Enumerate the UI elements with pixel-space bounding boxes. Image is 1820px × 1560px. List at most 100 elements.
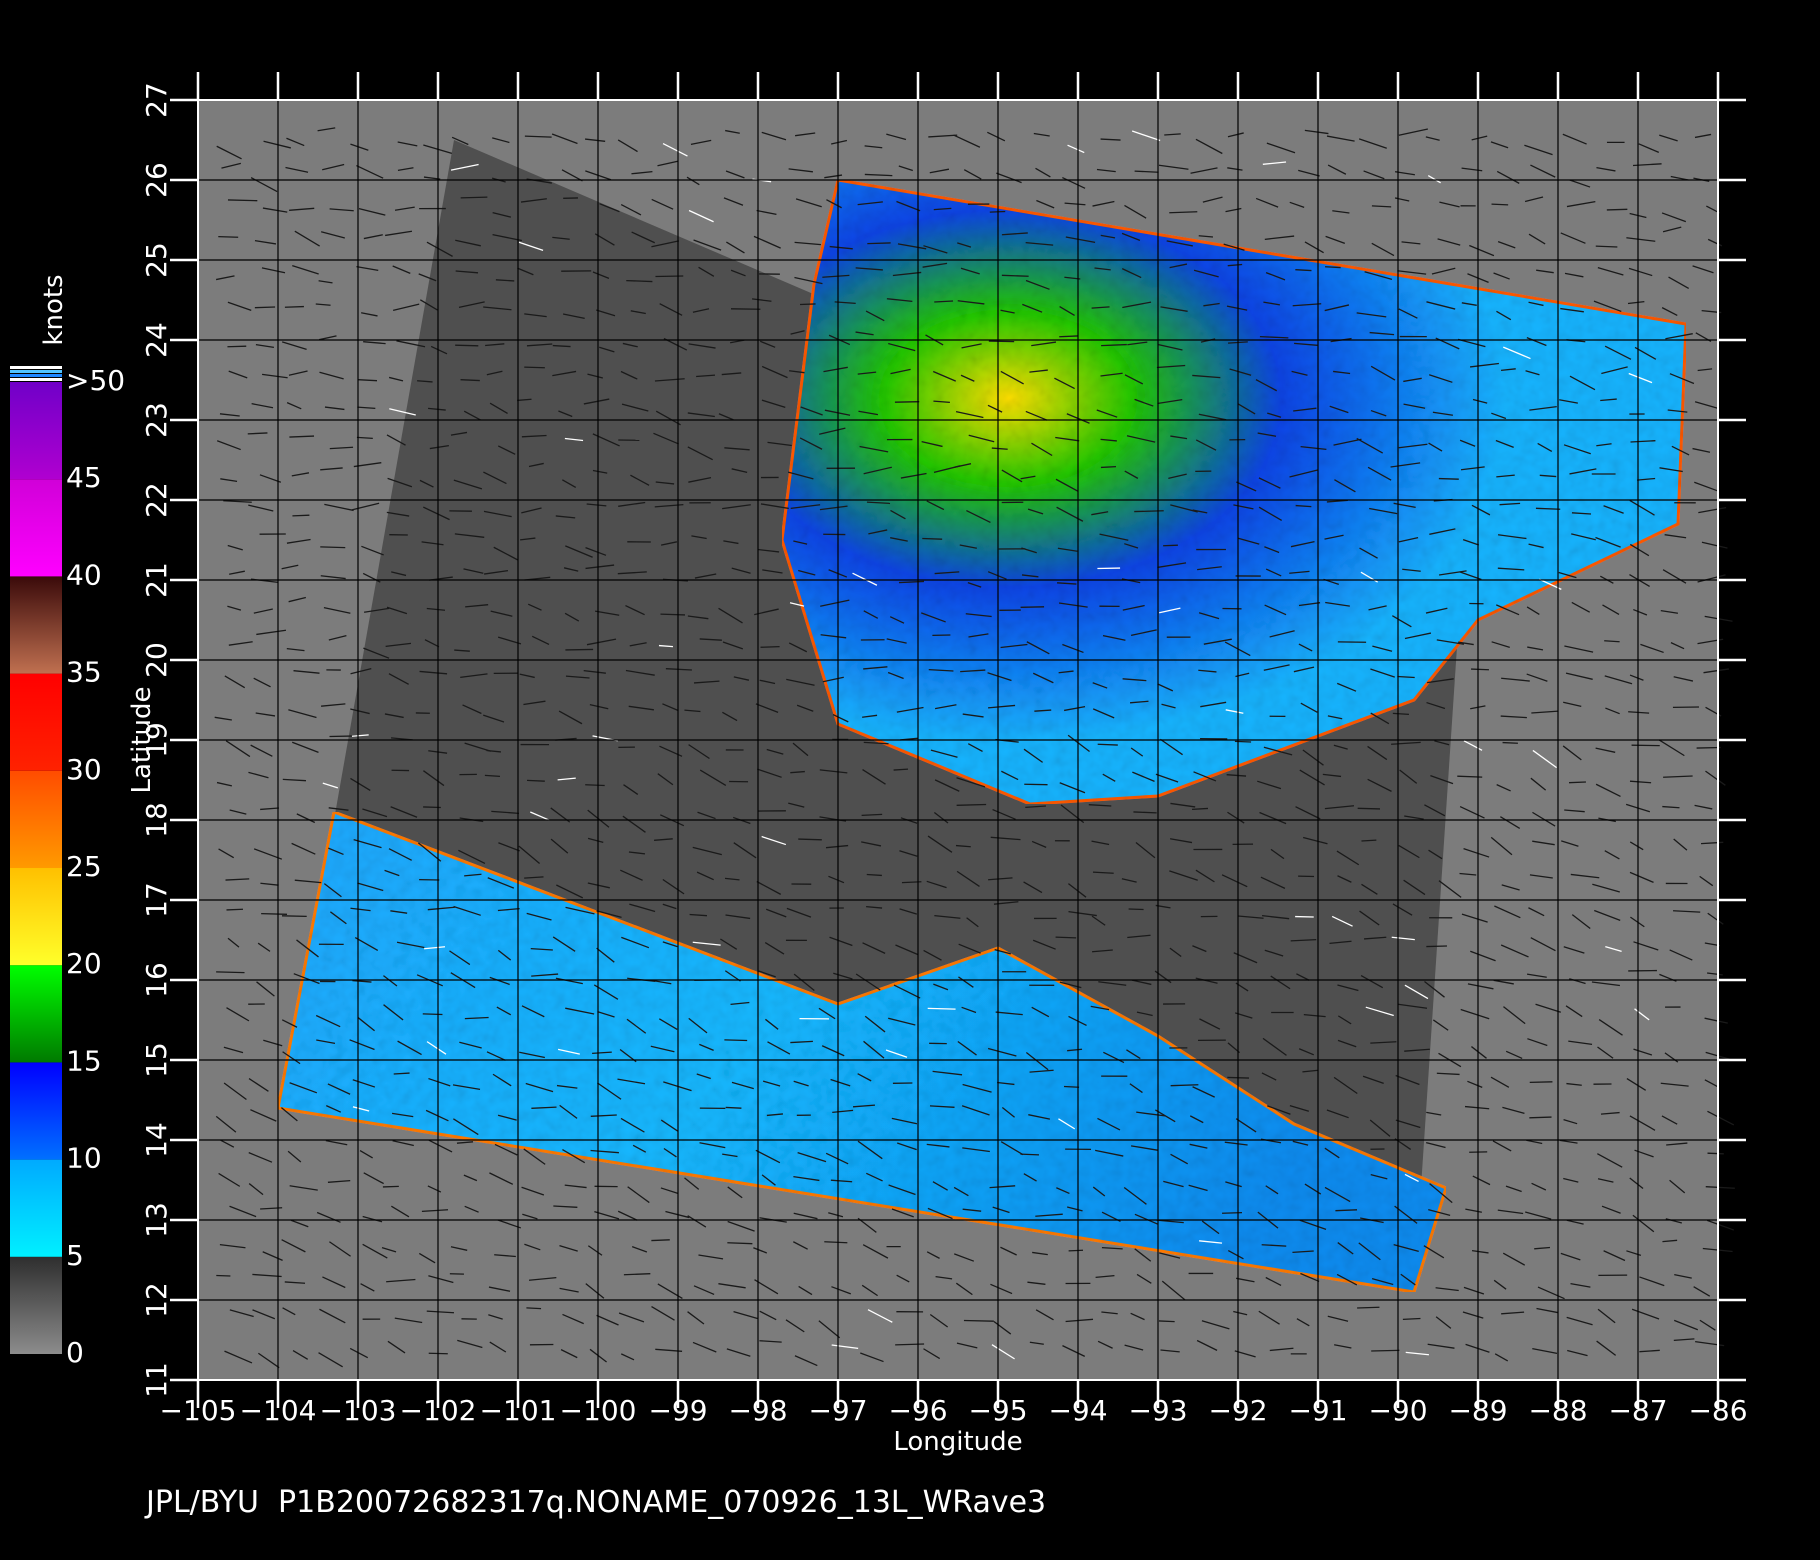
wind-vector [1100,465,1117,469]
y-tick-label: 21 [140,562,173,598]
wind-vector [1357,1306,1380,1309]
wind-vector [292,514,310,517]
x-tick-label: −87 [1608,1394,1667,1427]
wind-vector [460,379,480,382]
wind-vector [460,196,488,199]
x-tick-label: −103 [320,1394,397,1427]
wind-vector [1068,1249,1084,1252]
x-axis-title: Longitude [893,1427,1022,1457]
x-tick-label: −91 [1288,1394,1347,1427]
wind-vector [526,1307,542,1310]
y-tick-label: 16 [140,962,173,998]
wind-vector [382,1185,399,1188]
colorbar-tick-label: 5 [66,1239,84,1272]
colorbar-tick-label: >50 [66,364,125,397]
colorbar-band [10,382,62,480]
wind-vector [227,199,258,202]
colorbar-tick-label: 25 [66,850,102,883]
wind-vector [1128,908,1144,911]
wind-vector [1569,781,1586,784]
wind-vector [724,1039,748,1042]
wind-vector [988,340,1015,343]
wind-vector [1295,269,1312,272]
wind-vector [956,803,987,806]
x-tick-label: −105 [160,1394,237,1427]
wind-vector [284,305,304,308]
y-tick-label: 22 [140,482,173,518]
wind-vector [1020,1153,1040,1156]
wind-vector [651,1239,670,1242]
colorbar-tick-label: 40 [66,558,102,591]
colorbar-band [10,1062,62,1160]
colorbar-unit-label: knots [39,274,69,345]
x-tick-label: −98 [728,1394,787,1427]
wind-vector [261,912,288,915]
wind-vector [725,1106,742,1109]
wind-vector [585,784,605,787]
wind-vector [1133,811,1157,814]
wind-vector [760,645,780,648]
colorbar-tick-label: 35 [66,656,102,689]
wind-vector [1234,740,1252,743]
y-tick-label: 17 [140,882,173,918]
wind-vector [1059,335,1078,338]
wind-vector [226,908,244,911]
x-tick-label: −89 [1448,1394,1507,1427]
x-tick-label: −101 [480,1394,557,1427]
y-tick-label: 26 [140,162,173,198]
wind-vector [1426,945,1447,948]
wind-vector [1471,668,1489,671]
x-tick-label: −100 [560,1394,637,1427]
wind-vector [798,838,822,841]
wind-vector [526,779,545,782]
wind-vector [1491,203,1509,206]
wind-vector [1502,741,1518,744]
wind-vector [1529,1081,1553,1084]
x-tick-label: −93 [1128,1394,1187,1427]
wind-vector [867,242,891,245]
colorbar-overflow-stripe [10,374,62,377]
wind-vector [894,401,920,403]
x-tick-label: −99 [648,1394,707,1427]
wind-vector [1595,245,1618,248]
colorbar-tick-label: 30 [66,753,102,786]
x-tick-label: −88 [1528,1394,1587,1427]
colorbar-overflow-stripe [10,366,62,369]
colorbar-band [10,479,62,577]
wind-vector [320,546,346,549]
x-tick-label: −90 [1368,1394,1427,1427]
x-tick-label: −95 [968,1394,1027,1427]
wind-vector [282,915,307,918]
wind-vector [1606,208,1628,211]
colorbar-tick-label: 15 [66,1044,102,1077]
longitude-tick-labels: −105 −104 −103 −102 −101 −100 −99 −98 −97 −96 −95−… [160,1394,1748,1427]
wind-vector [1134,510,1164,513]
y-tick-label: 24 [140,322,173,358]
colorbar-tick-labels: 0 5 10 15 20 25 30 35 40 45 >50 [66,364,125,1369]
wind-vector [963,1319,994,1322]
y-tick-label: 18 [140,802,173,838]
y-tick-label: 13 [140,1202,173,1238]
colorbar-band [10,1256,62,1354]
colorbar-band [10,965,62,1063]
wind-vector [1707,1152,1724,1155]
wind-vector [1063,1085,1080,1088]
wind-vector [1438,477,1459,480]
wind-vector [1357,807,1381,810]
colorbar [10,366,62,1354]
colorbar-band [10,868,62,966]
colorbar-band [10,576,62,674]
wind-vector [1361,839,1377,842]
y-tick-label: 27 [140,82,173,118]
wind-vector [216,971,245,974]
x-tick-label: −86 [1688,1394,1747,1427]
wind-vector [565,648,594,651]
wind-vector [1529,1116,1552,1119]
wind-vector [922,537,943,540]
wind-vector [1097,743,1118,746]
x-tick-label: −94 [1048,1394,1107,1427]
y-tick-label: 23 [140,402,173,438]
x-tick-label: −92 [1208,1394,1267,1427]
y-tick-label: 20 [140,642,173,678]
wind-vector [455,344,479,347]
